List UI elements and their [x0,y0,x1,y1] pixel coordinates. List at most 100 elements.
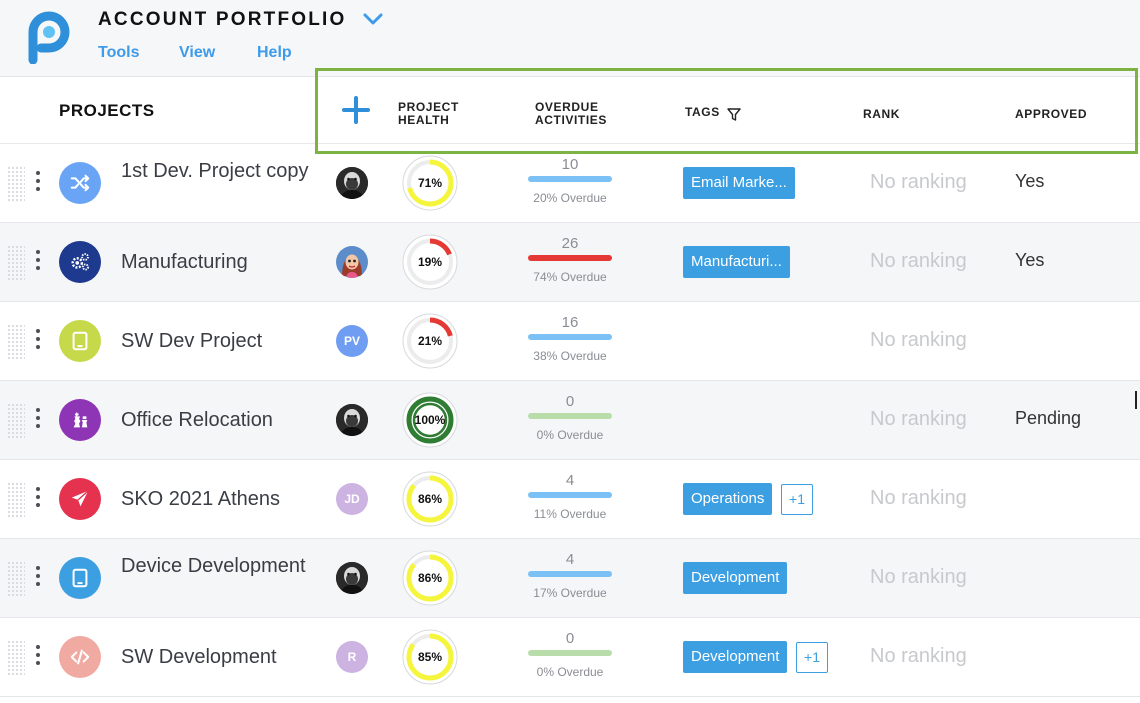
health-gauge[interactable]: 85% [402,629,458,685]
projects-heading: PROJECTS [59,101,155,120]
gears-icon [59,241,101,283]
overdue-percent: 11% Overdue [533,507,607,521]
overdue-bar [528,413,612,419]
avatar[interactable] [336,167,368,199]
filter-icon[interactable] [727,108,741,121]
rank-value[interactable]: No ranking [870,250,967,273]
tag-chip[interactable]: Email Marke... [683,167,795,199]
project-name[interactable]: Office Relocation [121,407,321,434]
avatar[interactable]: PV [336,325,368,357]
rank-value[interactable]: No ranking [870,566,967,589]
paper-plane-icon [59,478,101,520]
rank-value[interactable]: No ranking [870,645,967,668]
more-tags-button[interactable]: +1 [796,642,828,673]
avatar[interactable]: JD [336,483,368,515]
tag-chip[interactable]: Operations [683,483,773,515]
health-percent: 85% [417,650,443,664]
drag-handle[interactable] [7,482,25,518]
overdue-bar [528,571,612,577]
project-name[interactable]: 1st Dev. Project copy [121,158,321,185]
overdue-bar [528,492,612,498]
overdue-percent: 0% Overdue [536,665,604,679]
overdue-bar [528,176,612,182]
overdue-count: 26 [561,235,579,252]
project-row[interactable]: Device Development 86% 4 17% Overdue Develop… [0,539,1140,618]
health-percent: 71% [417,176,443,190]
approved-value[interactable]: Yes [1015,250,1044,271]
text-cursor [1135,391,1137,409]
overdue-bar [528,334,612,340]
chevron-down-icon[interactable] [361,9,385,29]
kebab-menu-icon[interactable] [33,327,43,355]
project-name[interactable]: Manufacturing [121,249,321,276]
health-gauge[interactable]: 21% [402,313,458,369]
add-column-button[interactable] [341,95,371,125]
overdue-bar [528,255,612,261]
approved-value[interactable]: Pending [1015,408,1081,429]
menu-help[interactable]: Help [257,44,292,62]
project-name[interactable]: SKO 2021 Athens [121,486,321,513]
rank-value[interactable]: No ranking [870,487,967,510]
column-project-health[interactable]: PROJECT HEALTH [398,101,478,127]
approved-value[interactable]: Yes [1015,171,1044,192]
kebab-menu-icon[interactable] [33,248,43,276]
health-percent: 19% [417,255,443,269]
overdue-count: 10 [561,156,579,173]
health-gauge[interactable]: 71% [402,155,458,211]
drag-handle[interactable] [7,166,25,202]
menu-view[interactable]: View [179,44,215,62]
kebab-menu-icon[interactable] [33,406,43,434]
column-approved[interactable]: APPROVED [1015,108,1087,121]
drag-handle[interactable] [7,324,25,360]
drag-handle[interactable] [7,403,25,439]
avatar[interactable] [336,562,368,594]
overdue-count: 0 [565,393,575,410]
avatar[interactable]: R [336,641,368,673]
overdue-percent: 74% Overdue [533,270,607,284]
kebab-menu-icon[interactable] [33,485,43,513]
drag-handle[interactable] [7,640,25,676]
more-tags-button[interactable]: +1 [781,484,813,515]
project-row[interactable]: 1st Dev. Project copy 71% 10 20% Overdue Ema… [0,144,1140,223]
overdue-percent: 38% Overdue [533,349,607,363]
shuffle-icon [59,162,101,204]
tag-chip[interactable]: Development [683,641,788,673]
tag-chip[interactable]: Development [683,562,788,594]
chess-icon [59,399,101,441]
avatar[interactable] [336,404,368,436]
kebab-menu-icon[interactable] [33,564,43,592]
overdue-percent: 20% Overdue [533,191,607,205]
app-logo[interactable] [26,10,72,64]
health-gauge[interactable]: 86% [402,471,458,527]
project-name[interactable]: SW Development [121,644,321,671]
project-row[interactable]: Manufacturing 19% 26 74% Overdue Manufacturi… [0,223,1140,302]
tablet-icon [59,320,101,362]
health-gauge[interactable]: 86% [402,550,458,606]
kebab-menu-icon[interactable] [33,169,43,197]
column-tags[interactable]: TAGS [685,106,720,119]
health-gauge[interactable]: 100% [402,392,458,448]
avatar[interactable] [336,246,368,278]
overdue-percent: 17% Overdue [533,586,607,600]
overdue-count: 4 [565,551,575,568]
health-gauge[interactable]: 19% [402,234,458,290]
project-row[interactable]: Office Relocation 100% 0 0% Overdue No ranki… [0,381,1140,460]
overdue-count: 0 [565,630,575,647]
top-bar: ACCOUNT PORTFOLIO Tools View Help [0,0,1140,77]
project-name[interactable]: SW Dev Project [121,328,321,355]
rank-value[interactable]: No ranking [870,171,967,194]
drag-handle[interactable] [7,245,25,281]
tag-chip[interactable]: Manufacturi... [683,246,790,278]
menu-tools[interactable]: Tools [98,44,139,62]
project-row[interactable]: SW Dev Project PV 21% 16 38% Overdue No ranki… [0,302,1140,381]
drag-handle[interactable] [7,561,25,597]
column-rank[interactable]: RANK [863,108,900,121]
column-overdue-activities[interactable]: OVERDUE ACTIVITIES [535,101,625,127]
project-row[interactable]: SW Development R 85% 0 0% Overdue Development… [0,618,1140,697]
table-header: PROJECTS PROJECT HEALTH OVERDUE ACTIVITI… [0,78,1140,144]
project-row[interactable]: SKO 2021 Athens JD 86% 4 11% Overdue Operatio… [0,460,1140,539]
project-name[interactable]: Device Development [121,553,321,580]
rank-value[interactable]: No ranking [870,408,967,431]
kebab-menu-icon[interactable] [33,643,43,671]
rank-value[interactable]: No ranking [870,329,967,352]
